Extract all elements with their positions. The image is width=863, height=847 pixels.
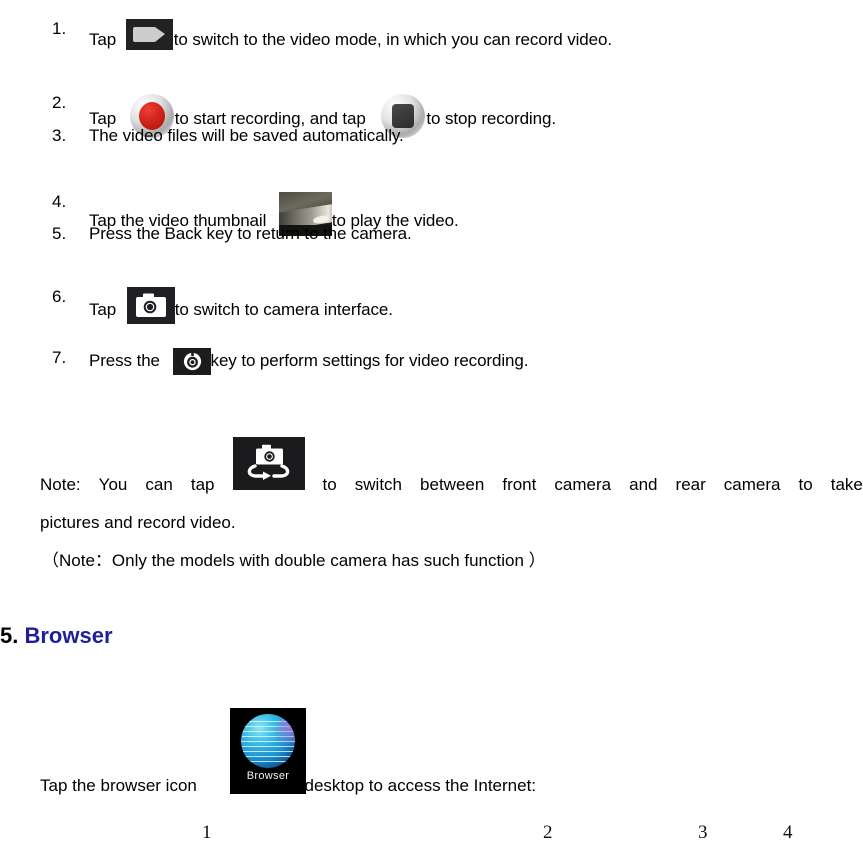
note-word-camera1: camera xyxy=(554,475,612,494)
note-word-and: and xyxy=(629,475,658,494)
note-word-you: You xyxy=(98,475,128,494)
note-word-camera2: camera xyxy=(723,475,781,494)
browser-line-text-after: on desktop to access the Internet: xyxy=(280,776,537,795)
camera-mode-icon-glyph xyxy=(135,293,166,317)
step-7-text: Press the key to perform settings for vi… xyxy=(89,348,529,375)
step-7-text-after: key to perform settings for video record… xyxy=(210,351,529,370)
note-line-2: pictures and record video. xyxy=(40,513,236,532)
step-6-number: 6. xyxy=(52,287,67,306)
step-1-text-after: to switch to the video mode, in which yo… xyxy=(173,30,612,49)
note-word-tap: tap xyxy=(190,475,215,494)
globe-lat-7 xyxy=(243,751,293,752)
browser-line-text-before: Tap the browser icon xyxy=(40,776,197,795)
video-camera-icon[interactable] xyxy=(125,19,173,50)
video-camera-icon-lens xyxy=(154,27,165,42)
step-6-text-after: to switch to camera interface. xyxy=(174,300,393,319)
step-5-text: Press the Back key to return to the came… xyxy=(89,224,412,243)
stop-button-square xyxy=(392,104,415,128)
camera-mode-icon[interactable] xyxy=(126,287,175,324)
section-heading-number: 5. xyxy=(0,623,19,648)
step-1-text: Tap to switch to the video mode, in whic… xyxy=(89,19,612,50)
browser-instruction-line: Tap the browser icon on desktop to access… xyxy=(40,776,536,796)
browser-globe-icon xyxy=(241,714,295,768)
globe-lat-9 xyxy=(249,761,287,762)
globe-lat-8 xyxy=(245,756,291,757)
step-7-text-before: Press the xyxy=(89,351,160,370)
step-6-text: Tap to switch to camera interface. xyxy=(89,287,393,324)
note-word-to: to xyxy=(322,475,337,494)
step-1-text-before: Tap xyxy=(89,30,117,49)
note-word-to2: to xyxy=(798,475,813,494)
footer-number-4: 4 xyxy=(783,822,793,843)
switch-camera-icon[interactable] xyxy=(232,437,305,490)
parenthetical-note: （Note：Only the models with double camera… xyxy=(42,551,546,570)
video-camera-icon-body xyxy=(132,27,156,42)
note-word-between: between xyxy=(420,475,485,494)
step-7-number: 7. xyxy=(52,348,67,367)
note-word-can: can xyxy=(145,475,173,494)
step-2-number: 2. xyxy=(52,93,67,112)
section-heading-title: Browser xyxy=(24,623,113,648)
globe-highlight xyxy=(275,718,295,748)
note-word-front: front xyxy=(502,475,537,494)
note-word-take: take xyxy=(830,475,863,494)
footer-number-1: 1 xyxy=(202,822,212,843)
document-page: 1. Tap to switch to the video mode, in w… xyxy=(0,0,863,847)
step-1-number: 1. xyxy=(52,19,67,38)
switch-camera-icon-glyph xyxy=(247,444,289,480)
settings-icon[interactable] xyxy=(172,348,211,375)
step-2-text-after: to stop recording. xyxy=(426,109,556,128)
note-word-note: Note: xyxy=(40,475,81,494)
note-line-1: Note: You can tap to switch between fron… xyxy=(40,437,863,504)
settings-icon-glyph xyxy=(183,351,201,371)
note-word-rear: rear xyxy=(675,475,706,494)
step-3-text: The video files will be saved automatica… xyxy=(89,126,404,145)
footer-number-3: 3 xyxy=(698,822,708,843)
step-4-number: 4. xyxy=(52,192,67,211)
step-3-number: 3. xyxy=(52,126,67,145)
section-heading: 5. Browser xyxy=(0,623,113,649)
note-word-switch: switch xyxy=(354,475,402,494)
step-5-number: 5. xyxy=(52,224,67,243)
note-paragraph: Note: You can tap to switch between fron… xyxy=(40,437,863,542)
step-2-text: Tap to start recording, and tap to stop … xyxy=(89,93,556,139)
step-6-text-before: Tap xyxy=(89,300,117,319)
footer-number-2: 2 xyxy=(543,822,553,843)
